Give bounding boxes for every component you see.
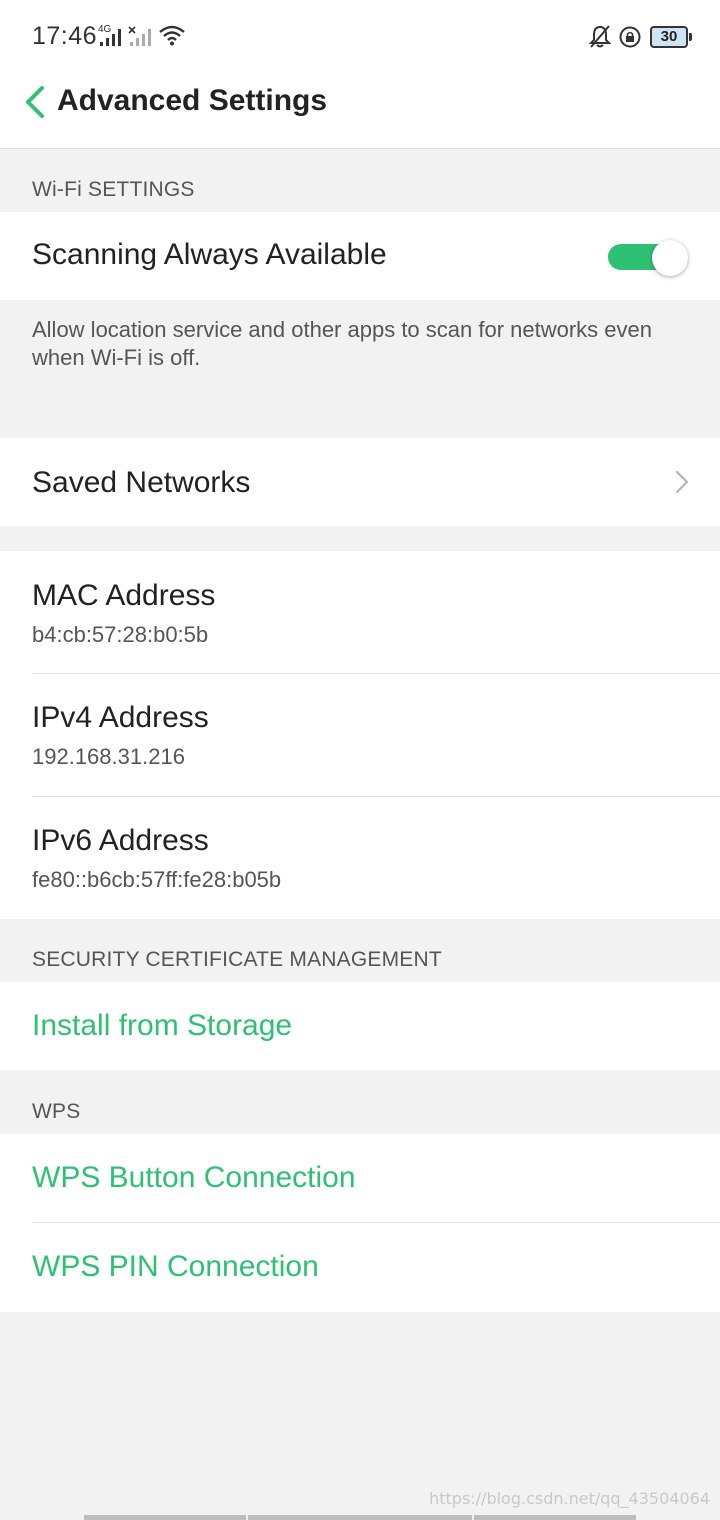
nav-gesture-bar-left[interactable] — [84, 1515, 246, 1520]
section-label-wps: WPS — [32, 1100, 81, 1123]
ipv6-address-value: fe80::b6cb:57ff:fe28:b05b — [32, 867, 282, 892]
ipv4-address-label: IPv4 Address — [32, 701, 209, 734]
watermark: https://blog.csdn.net/qq_43504064 — [429, 1489, 710, 1508]
wps-button-connection-label: WPS Button Connection — [32, 1161, 356, 1194]
saved-networks-row[interactable]: Saved Networks — [0, 438, 720, 526]
ipv6-address-label: IPv6 Address — [32, 824, 209, 857]
wifi-icon — [158, 24, 186, 51]
section-label-wifi-settings: Wi-Fi SETTINGS — [32, 178, 195, 201]
scanning-description: Allow location service and other apps to… — [32, 317, 652, 370]
nav-gesture-bar-right[interactable] — [474, 1515, 636, 1520]
address-list: MAC Address b4:cb:57:28:b0:5b IPv4 Addre… — [0, 551, 720, 919]
rotation-lock-icon — [618, 24, 642, 55]
ipv6-address-item: IPv6 Address fe80::b6cb:57ff:fe28:b05b — [0, 797, 720, 919]
status-bar: 17:46 4G 30 — [0, 0, 720, 72]
chevron-left-icon — [26, 86, 44, 118]
ipv4-address-item: IPv4 Address 192.168.31.216 — [0, 674, 720, 796]
nav-gesture-bar-center[interactable] — [248, 1515, 472, 1520]
mac-address-item: MAC Address b4:cb:57:28:b0:5b — [0, 551, 720, 673]
status-time: 17:46 — [32, 22, 98, 50]
scanning-always-available-row[interactable]: Scanning Always Available — [0, 212, 720, 300]
signal-disabled-icon — [128, 26, 154, 53]
page-title: Advanced Settings — [57, 84, 328, 117]
saved-networks-label: Saved Networks — [32, 466, 251, 499]
wps-pin-connection-label: WPS PIN Connection — [32, 1250, 319, 1283]
back-button[interactable] — [18, 80, 54, 124]
wps-pin-connection-row[interactable]: WPS PIN Connection — [0, 1223, 720, 1312]
wps-button-connection-row[interactable]: WPS Button Connection — [0, 1134, 720, 1222]
wps-list: WPS Button Connection WPS PIN Connection — [0, 1134, 720, 1312]
scanning-toggle[interactable] — [608, 240, 688, 276]
install-from-storage-row[interactable]: Install from Storage — [0, 982, 720, 1070]
section-label-security-certificate: SECURITY CERTIFICATE MANAGEMENT — [32, 948, 442, 971]
bell-muted-icon — [588, 24, 612, 55]
mac-address-label: MAC Address — [32, 579, 216, 612]
install-from-storage-label: Install from Storage — [32, 1009, 293, 1042]
ipv4-address-value: 192.168.31.216 — [32, 744, 185, 769]
app-header: Advanced Settings — [0, 72, 720, 149]
toggle-thumb — [652, 240, 688, 276]
scanning-always-available-label: Scanning Always Available — [32, 238, 387, 271]
chevron-right-icon — [674, 468, 690, 496]
battery-icon: 30 — [650, 26, 692, 48]
mac-address-value: b4:cb:57:28:b0:5b — [32, 622, 209, 647]
